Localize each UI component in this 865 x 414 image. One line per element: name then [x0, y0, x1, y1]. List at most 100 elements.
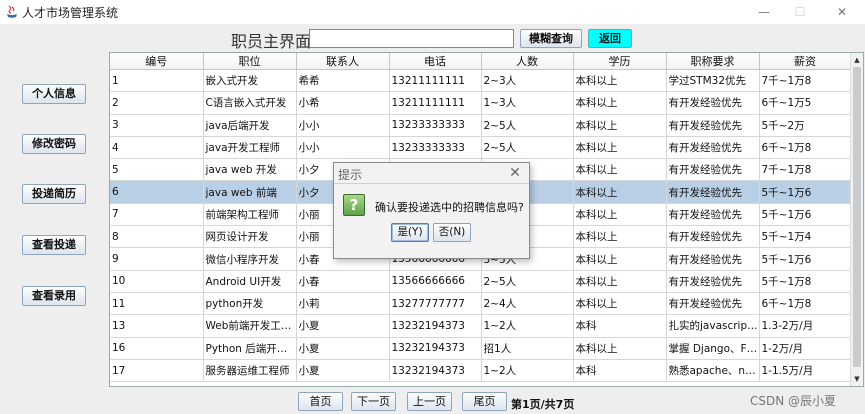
- table-cell: 2~5人: [481, 136, 574, 160]
- confirm-dialog: 提示 ✕ ? 确认要投递选中的招聘信息吗? 是(Y) 否(N): [333, 162, 530, 259]
- table-cell: 13233333333: [389, 114, 482, 137]
- no-button[interactable]: 否(N): [433, 223, 471, 242]
- view-submissions-button[interactable]: 查看投递: [22, 235, 86, 255]
- table-cell: 本科以上: [573, 270, 667, 293]
- table-cell: 小夏: [296, 337, 390, 360]
- table-cell: 1-1.5万/月: [759, 359, 852, 383]
- table-row[interactable]: 10 Android UI开发 小春 13566666666 2~5人 本科以上 有开发经验…: [110, 270, 852, 293]
- table-cell: 本科以上: [573, 180, 667, 204]
- yes-button[interactable]: 是(Y): [391, 223, 429, 242]
- table-cell: 有开发经验优先: [666, 114, 760, 137]
- table-cell: 5千~1万6: [759, 203, 852, 227]
- table-cell: 本科以上: [573, 91, 667, 115]
- table-cell: 本科以上: [573, 136, 667, 160]
- prev-page-button[interactable]: 上一页: [407, 392, 452, 411]
- column-header[interactable]: 编号: [110, 53, 204, 70]
- table-cell: 有开发经验优先: [666, 225, 760, 249]
- minimize-icon[interactable]: —: [756, 4, 772, 20]
- table-cell: 16: [110, 337, 204, 360]
- maximize-icon[interactable]: ☐: [792, 4, 808, 20]
- table-row[interactable]: 13 Web前端开发工程师 小夏 13232194373 1~2人 本科 扎实的javasc…: [110, 314, 852, 338]
- table-cell: 7千~1万8: [759, 158, 852, 182]
- table-cell: java web 开发: [203, 158, 297, 182]
- table-cell: 有开发经验优先: [666, 292, 760, 316]
- table-cell: 2~3人: [481, 69, 574, 93]
- column-header[interactable]: 薪资: [759, 53, 852, 70]
- table-row[interactable]: 2 C语言嵌入式开发 小希 13211111111 1~3人 本科以上 有开发经验优先 6千~…: [110, 91, 852, 115]
- column-header[interactable]: 联系人: [296, 53, 390, 70]
- table-cell: 1: [110, 69, 204, 93]
- table-row[interactable]: 1 嵌入式开发 希希 13211111111 2~3人 本科以上 学过STM32优先 7千~1…: [110, 69, 852, 93]
- scroll-down-icon[interactable]: ▼: [851, 373, 863, 385]
- view-hired-button[interactable]: 查看录用: [22, 286, 86, 306]
- table-cell: 扎实的javascript/HT...: [666, 314, 760, 338]
- scroll-up-icon[interactable]: ▲: [851, 54, 863, 66]
- dialog-divider: [334, 183, 529, 184]
- table-cell: 4: [110, 136, 204, 160]
- table-row[interactable]: 4 java开发工程师 小小 13233333333 2~5人 本科以上 有开发经验优先 6千…: [110, 136, 852, 160]
- table-cell: 6千~1万5: [759, 91, 852, 115]
- column-header[interactable]: 人数: [481, 53, 574, 70]
- scrollbar-thumb[interactable]: [853, 67, 861, 367]
- table-row[interactable]: 17 服务器运维工程师 小夏 13232194373 1~2人 本科 熟悉apache、ng…: [110, 359, 852, 383]
- table-cell: 网页设计开发: [203, 225, 297, 249]
- table-cell: 有开发经验优先: [666, 136, 760, 160]
- table-cell: C语言嵌入式开发: [203, 91, 297, 115]
- column-header[interactable]: 学历: [573, 53, 667, 70]
- column-header[interactable]: 电话: [389, 53, 482, 70]
- table-cell: 小夏: [296, 359, 390, 383]
- first-page-button[interactable]: 首页: [298, 392, 343, 411]
- table-cell: Android UI开发: [203, 270, 297, 293]
- table-cell: 服务器运维工程师: [203, 359, 297, 383]
- table-cell: 小小: [296, 114, 390, 137]
- table-cell: 有开发经验优先: [666, 203, 760, 227]
- table-cell: 5千~1万8: [759, 270, 852, 293]
- next-page-button[interactable]: 下一页: [351, 392, 396, 411]
- table-cell: python开发: [203, 292, 297, 316]
- close-icon[interactable]: ✕: [834, 4, 850, 20]
- change-password-button[interactable]: 修改密码: [22, 134, 86, 154]
- table-cell: 11: [110, 292, 204, 316]
- table-cell: 本科: [573, 314, 667, 338]
- table-cell: java开发工程师: [203, 136, 297, 160]
- vertical-scrollbar[interactable]: ▲ ▼: [850, 53, 863, 386]
- personal-info-button[interactable]: 个人信息: [22, 84, 86, 104]
- table-cell: 3: [110, 114, 204, 137]
- table-cell: 本科以上: [573, 292, 667, 316]
- submit-resume-button[interactable]: 投递简历: [22, 184, 86, 204]
- table-cell: 5千~1万4: [759, 225, 852, 249]
- table-cell: 9: [110, 247, 204, 271]
- table-cell: 13211111111: [389, 91, 482, 115]
- table-cell: 7千~1万8: [759, 69, 852, 93]
- column-header[interactable]: 职位: [203, 53, 297, 70]
- dialog-message: 确认要投递选中的招聘信息吗?: [375, 201, 524, 214]
- back-button[interactable]: 返回: [588, 29, 632, 48]
- table-cell: 有开发经验优先: [666, 91, 760, 115]
- table-cell: 本科以上: [573, 158, 667, 182]
- table-cell: 2~5人: [481, 114, 574, 137]
- table-cell: 2: [110, 91, 204, 115]
- table-cell: 嵌入式开发: [203, 69, 297, 93]
- table-row[interactable]: 16Python 后端开发工程...小夏13232194373招1人本科以上掌握…: [110, 337, 852, 360]
- table-cell: 小夏: [296, 314, 390, 338]
- dialog-close-icon[interactable]: ✕: [505, 164, 525, 182]
- dialog-title: 提示: [338, 168, 363, 182]
- table-cell: 6千~1万8: [759, 292, 852, 316]
- search-input[interactable]: [309, 29, 514, 48]
- table-cell: 小春: [296, 270, 390, 293]
- table-cell: 13232194373: [389, 359, 482, 383]
- column-header[interactable]: 职称要求: [666, 53, 760, 70]
- table-cell: 13566666666: [389, 270, 482, 293]
- page-title: 职员主界面: [231, 32, 312, 51]
- table-cell: java后端开发: [203, 114, 297, 137]
- table-cell: 有开发经验优先: [666, 180, 760, 204]
- fuzzy-search-button[interactable]: 模糊查询: [520, 29, 582, 48]
- last-page-button[interactable]: 尾页: [462, 392, 507, 411]
- watermark: CSDN @辰小夏: [750, 394, 837, 408]
- table-row[interactable]: 11 python开发 小莉 13277777777 2~4人 本科以上 有开发经验优先 6千…: [110, 292, 852, 316]
- table-cell: 本科以上: [573, 69, 667, 93]
- table-row[interactable]: 3 java后端开发 小小 13233333333 2~5人 本科以上 有开发经验优先 5千~…: [110, 114, 852, 137]
- table-cell: 2~5人: [481, 270, 574, 293]
- question-icon: ?: [343, 194, 365, 216]
- table-cell: 熟悉apache、nginx...: [666, 359, 760, 383]
